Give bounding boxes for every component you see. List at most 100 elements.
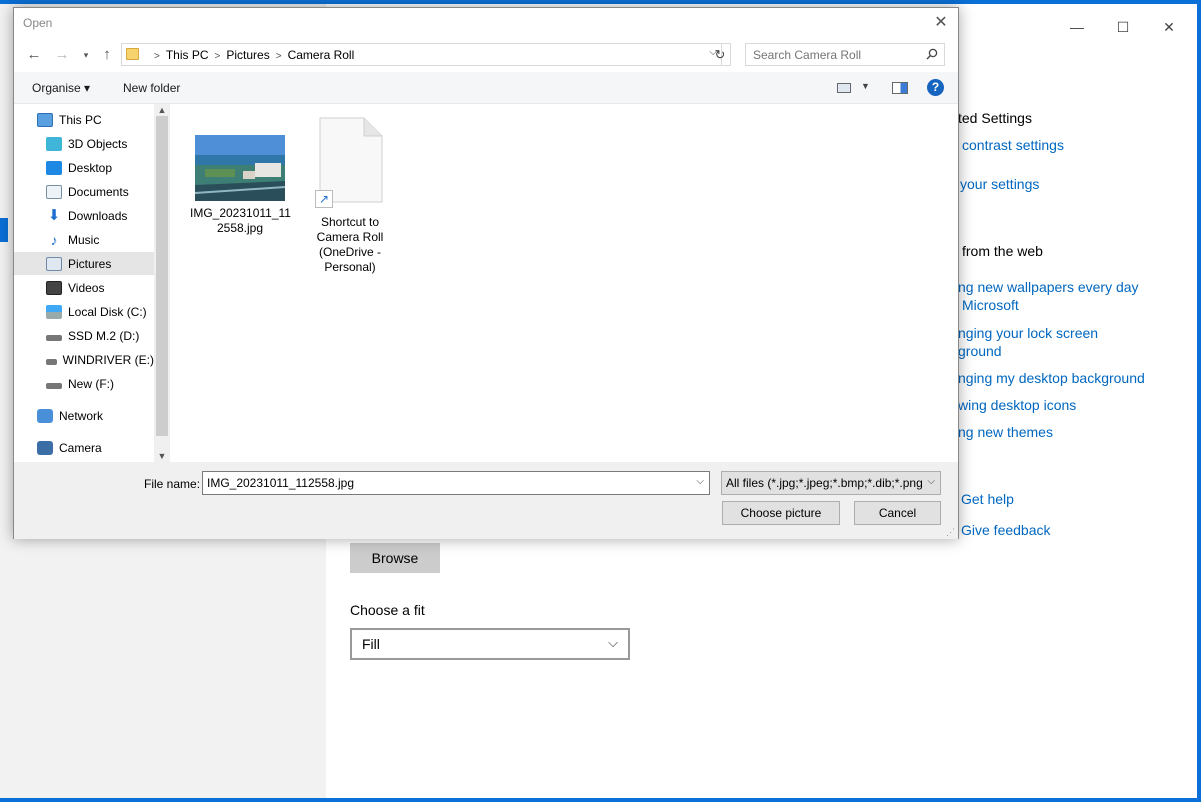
file-name-line: 2558.jpg <box>216 221 264 235</box>
refresh-button[interactable]: ↻ <box>710 43 731 66</box>
new-folder-button[interactable]: New folder <box>123 81 180 95</box>
chevron-down-icon[interactable]: ▼ <box>861 81 870 91</box>
desktop-background-link[interactable]: nging my desktop background <box>958 370 1145 386</box>
file-type-value: All files (*.jpg;*.jpeg;*.bmp;*.dib;*.pn… <box>726 476 923 490</box>
scroll-up-icon[interactable]: ▲ <box>154 105 170 115</box>
drive-icon <box>46 382 62 389</box>
preview-pane-icon[interactable] <box>892 82 908 94</box>
chevron-down-icon[interactable]: ⌵ <box>696 476 704 487</box>
desktop-icons-link[interactable]: wing desktop icons <box>958 397 1076 413</box>
file-name-line: Personal) <box>324 260 376 274</box>
file-name-input[interactable]: IMG_20231011_112558.jpg ⌵ <box>202 471 710 495</box>
breadcrumb-this-pc[interactable]: This PC <box>166 48 209 62</box>
file-item-img[interactable]: IMG_20231011_11 2558.jpg <box>190 135 291 245</box>
breadcrumb-camera-roll[interactable]: Camera Roll <box>288 48 355 62</box>
file-name-value: IMG_20231011_112558.jpg <box>207 476 355 490</box>
nav-item-3d-objects[interactable]: 3D Objects <box>14 132 154 155</box>
lockscreen-link-line2[interactable]: ground <box>958 343 1002 359</box>
breadcrumb-pictures[interactable]: Pictures <box>226 48 269 62</box>
up-button[interactable]: ↑ <box>97 45 117 65</box>
command-toolbar: Organise ▾ New folder ▼ ? <box>14 72 958 104</box>
file-name-label: File name: <box>144 477 201 491</box>
close-icon: ✕ <box>934 14 948 31</box>
arrow-up-icon: ↑ <box>103 46 111 63</box>
drive-icon <box>46 358 57 365</box>
file-name-line: Camera Roll <box>316 230 384 244</box>
navigation-bar: ← → ▾ ↑ > This PC > Pictures > Camera Roll ⌵ … <box>14 41 958 69</box>
photo-thumbnail <box>195 135 285 201</box>
nav-item-ssd-d[interactable]: SSD M.2 (D:) <box>14 324 154 347</box>
sync-settings-link[interactable]: your settings <box>960 176 1039 192</box>
scrollbar-thumb[interactable] <box>156 116 168 436</box>
browse-button[interactable]: Browse <box>350 543 440 573</box>
nav-item-videos[interactable]: Videos <box>14 276 154 299</box>
breadcrumb: > This PC > Pictures > Camera Roll <box>148 48 354 62</box>
cancel-button[interactable]: Cancel <box>854 501 941 525</box>
related-settings-heading: ted Settings <box>958 110 1032 126</box>
file-name-line: Shortcut to <box>320 215 380 229</box>
minimize-button[interactable]: — <box>1054 12 1100 42</box>
nav-item-documents[interactable]: Documents <box>14 180 154 203</box>
close-button[interactable]: ✕ <box>1146 12 1192 42</box>
network-icon <box>37 408 53 423</box>
help-icon[interactable]: ? <box>927 79 944 96</box>
chevron-down-icon: ⌵ <box>927 476 935 487</box>
nav-item-this-pc[interactable]: This PC <box>14 108 154 131</box>
cube-icon <box>46 136 62 151</box>
nav-item-desktop[interactable]: Desktop <box>14 156 154 179</box>
scroll-down-icon[interactable]: ▼ <box>154 451 170 461</box>
nav-item-new-f[interactable]: New (F:) <box>14 372 154 395</box>
choose-picture-button[interactable]: Choose picture <box>722 501 840 525</box>
chevron-right-icon: > <box>154 51 160 62</box>
arrow-left-icon: ← <box>26 46 42 63</box>
recent-locations-button[interactable]: ▾ <box>76 45 96 65</box>
file-list: IMG_20231011_11 2558.jpg ↗ Shortcut to C… <box>170 104 958 462</box>
pc-icon <box>37 112 53 127</box>
refresh-icon: ↻ <box>714 47 726 62</box>
dialog-close-button[interactable]: ✕ <box>930 12 952 34</box>
choose-fit-label: Choose a fit <box>350 602 425 618</box>
arrow-right-icon: → <box>54 46 70 63</box>
address-bar[interactable]: > This PC > Pictures > Camera Roll ⌵ <box>121 43 722 66</box>
resize-grip-icon[interactable]: ⋰ <box>946 527 956 537</box>
fit-select[interactable]: Fill ⌵ <box>350 628 630 660</box>
download-icon: ⬇ <box>47 206 61 224</box>
desktop-icon <box>46 160 62 175</box>
nav-item-network[interactable]: Network <box>14 404 154 427</box>
forward-button[interactable]: → <box>52 45 72 65</box>
camera-icon <box>37 440 53 455</box>
dialog-footer: File name: IMG_20231011_112558.jpg ⌵ All… <box>14 462 958 539</box>
organise-button[interactable]: Organise ▾ <box>32 81 90 95</box>
drive-icon <box>46 334 62 341</box>
file-type-select[interactable]: All files (*.jpg;*.jpeg;*.bmp;*.dib;*.pn… <box>721 471 941 495</box>
give-feedback-link[interactable]: Give feedback <box>961 522 1051 538</box>
nav-item-local-disk-c[interactable]: Local Disk (C:) <box>14 300 154 323</box>
back-button[interactable]: ← <box>24 45 44 65</box>
get-help-link[interactable]: Get help <box>961 491 1014 507</box>
disk-icon <box>46 304 62 319</box>
search-input[interactable] <box>745 43 945 66</box>
themes-link[interactable]: ng new themes <box>958 424 1053 440</box>
fit-select-value: Fill <box>362 636 380 652</box>
video-icon <box>46 280 62 295</box>
view-options-icon[interactable] <box>837 83 851 93</box>
wallpapers-link-line2[interactable]: Microsoft <box>962 297 1019 313</box>
chevron-down-icon: ⌵ <box>608 635 618 650</box>
documents-icon <box>46 184 62 199</box>
maximize-button[interactable]: ☐ <box>1100 12 1146 42</box>
navigation-pane: This PC 3D Objects Desktop Documents ⬇ Do… <box>14 104 170 462</box>
lockscreen-link[interactable]: nging your lock screen <box>958 325 1098 341</box>
file-item-shortcut[interactable]: ↗ Shortcut to Camera Roll (OneDrive - Pe… <box>300 117 400 277</box>
music-icon: ♪ <box>50 231 58 248</box>
chevron-right-icon: > <box>214 51 221 62</box>
nav-item-music[interactable]: ♪ Music <box>14 228 154 251</box>
contrast-settings-link[interactable]: contrast settings <box>962 137 1064 153</box>
file-name-line: (OneDrive - <box>318 245 381 259</box>
nav-item-pictures[interactable]: Pictures <box>14 252 154 275</box>
wallpapers-link[interactable]: ng new wallpapers every day <box>958 279 1139 295</box>
nav-item-windriver-e[interactable]: WINDRIVER (E:) <box>14 348 154 371</box>
nav-item-camera[interactable]: Camera <box>14 436 154 459</box>
dialog-title: Open <box>23 16 53 30</box>
navigation-scrollbar[interactable]: ▲ ▼ <box>154 104 170 462</box>
nav-item-downloads[interactable]: ⬇ Downloads <box>14 204 154 227</box>
